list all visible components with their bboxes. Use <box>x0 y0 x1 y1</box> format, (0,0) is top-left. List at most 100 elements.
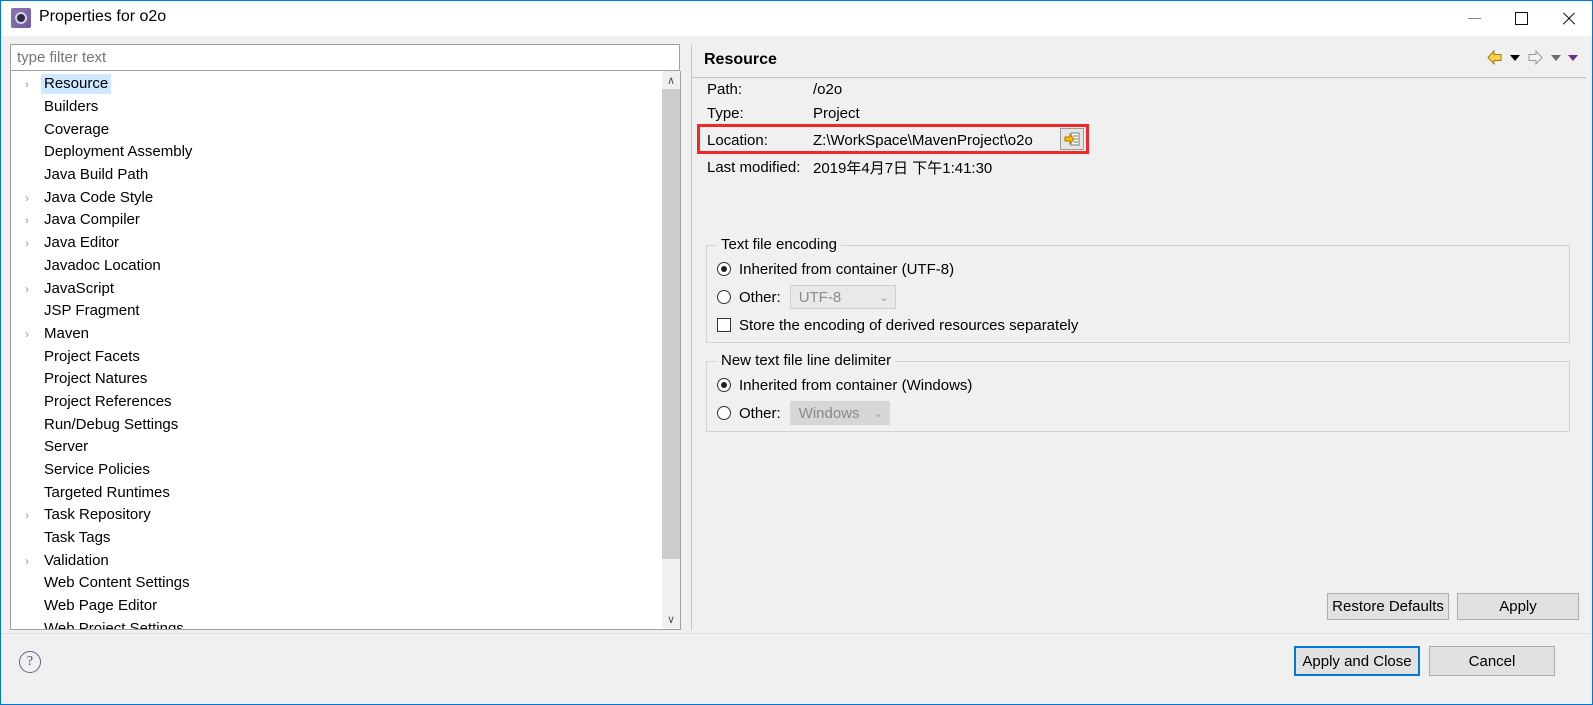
property-value: /o2o <box>813 80 843 98</box>
delimiter-inherited-label: Inherited from container (Windows) <box>739 376 973 394</box>
encoding-inherited-radio[interactable] <box>717 262 731 276</box>
encoding-inherited-row[interactable]: Inherited from container (UTF-8) <box>707 255 1569 283</box>
page-title: Resource <box>704 51 777 68</box>
apply-button[interactable]: Apply <box>1457 593 1579 620</box>
chevron-right-icon[interactable]: › <box>25 214 41 226</box>
resource-page: Resource Path: /o2o Type: Project Location: Z… <box>691 44 1586 630</box>
maximize-button[interactable] <box>1498 1 1545 36</box>
tree-item-label: Run/Debug Settings <box>44 415 179 433</box>
store-derived-row[interactable]: Store the encoding of derived resources … <box>707 311 1569 339</box>
delimiter-other-radio[interactable] <box>717 406 731 420</box>
chevron-right-icon[interactable]: › <box>25 509 41 521</box>
encoding-combo-value: UTF-8 <box>798 288 842 306</box>
store-derived-checkbox[interactable] <box>717 318 731 332</box>
chevron-right-icon[interactable]: › <box>25 283 41 295</box>
window-title: Properties for o2o <box>39 8 167 25</box>
forward-history-dropdown-icon[interactable] <box>1551 54 1561 61</box>
tree-item-service-policies[interactable]: ›Service Policies <box>11 459 661 482</box>
scroll-up-button[interactable]: ∧ <box>662 71 680 89</box>
property-key: Path: <box>707 80 743 98</box>
help-icon[interactable]: ? <box>19 651 41 673</box>
tree-item-label: Project Facets <box>44 347 140 365</box>
tree-item-maven[interactable]: › Maven <box>11 323 661 346</box>
close-icon <box>1561 11 1576 26</box>
encoding-other-radio[interactable] <box>717 290 731 304</box>
close-button[interactable] <box>1545 1 1592 36</box>
tree-item-javadoc-location[interactable]: ›Javadoc Location <box>11 255 661 278</box>
tree-item-label: Builders <box>44 98 99 116</box>
cancel-button[interactable]: Cancel <box>1429 646 1555 676</box>
tree-item-java-code-style[interactable]: › Java Code Style <box>11 186 661 209</box>
restore-defaults-button[interactable]: Restore Defaults <box>1327 593 1449 620</box>
property-row-path: Path: /o2o <box>692 77 1586 101</box>
tree-item-web-content-settings[interactable]: ›Web Content Settings <box>11 572 661 595</box>
tree-item-jsp-fragment[interactable]: ›JSP Fragment <box>11 300 661 323</box>
tree-item-label: Task Tags <box>44 529 111 547</box>
chevron-right-icon[interactable]: › <box>25 192 41 204</box>
tree-item-label: Javadoc Location <box>44 256 161 274</box>
apply-and-close-button[interactable]: Apply and Close <box>1294 646 1420 676</box>
encoding-combo[interactable]: UTF-8 ⌄ <box>789 285 896 309</box>
minimize-button[interactable] <box>1451 1 1498 36</box>
view-menu-dropdown-icon[interactable] <box>1568 54 1578 61</box>
tree-item-label: Web Page Editor <box>44 597 158 615</box>
chevron-right-icon[interactable]: › <box>25 237 41 249</box>
scroll-down-button[interactable]: ∨ <box>662 610 680 628</box>
encoding-other-label: Other: <box>739 288 781 306</box>
tree-item-project-references[interactable]: ›Project References <box>11 391 661 414</box>
minimize-icon <box>1468 18 1481 19</box>
property-key: Location: <box>707 131 768 149</box>
tree-item-server[interactable]: ›Server <box>11 436 661 459</box>
tree-item-web-project-settings[interactable]: ›Web Project Settings <box>11 618 661 629</box>
chevron-down-icon: ⌄ <box>879 291 889 304</box>
tree-item-task-repository[interactable]: › Task Repository <box>11 504 661 527</box>
tree-item-list: ›Resource›Builders›Coverage›Deployment A… <box>11 73 661 629</box>
tree-item-java-editor[interactable]: › Java Editor <box>11 232 661 255</box>
chevron-right-icon[interactable]: › <box>25 78 41 90</box>
window-controls <box>1451 1 1592 36</box>
tree-item-label: Server <box>44 438 89 456</box>
tree-item-deployment-assembly[interactable]: ›Deployment Assembly <box>11 141 661 164</box>
store-derived-label: Store the encoding of derived resources … <box>739 316 1079 334</box>
browse-location-button[interactable] <box>1060 128 1084 150</box>
tree-item-java-compiler[interactable]: › Java Compiler <box>11 209 661 232</box>
tree-item-run-debug-settings[interactable]: ›Run/Debug Settings <box>11 413 661 436</box>
tree-item-label: Maven <box>44 324 90 342</box>
tree-item-targeted-runtimes[interactable]: ›Targeted Runtimes <box>11 481 661 504</box>
delimiter-inherited-radio[interactable] <box>717 378 731 392</box>
tree-item-coverage[interactable]: ›Coverage <box>11 118 661 141</box>
tree-item-resource[interactable]: › Resource <box>11 73 661 96</box>
back-history-dropdown-icon[interactable] <box>1510 54 1520 61</box>
tree-item-project-facets[interactable]: ›Project Facets <box>11 345 661 368</box>
line-delimiter-group: New text file line delimiter Inherited f… <box>706 352 1570 432</box>
tree-item-task-tags[interactable]: ›Task Tags <box>11 527 661 550</box>
scrollbar-thumb[interactable] <box>662 89 680 559</box>
back-arrow-icon[interactable] <box>1486 50 1503 65</box>
tree-item-java-build-path[interactable]: ›Java Build Path <box>11 164 661 187</box>
tree-item-project-natures[interactable]: ›Project Natures <box>11 368 661 391</box>
tree-item-builders[interactable]: ›Builders <box>11 96 661 119</box>
forward-arrow-icon[interactable] <box>1527 50 1544 65</box>
tree-item-label: Resource <box>41 74 112 95</box>
chevron-right-icon[interactable]: › <box>25 555 41 567</box>
chevron-right-icon[interactable]: › <box>25 328 41 340</box>
delimiter-combo[interactable]: Windows ⌄ <box>789 401 890 425</box>
text-file-encoding-group: Text file encoding Inherited from contai… <box>706 236 1570 343</box>
tree-item-label: Web Content Settings <box>44 574 190 592</box>
encoding-other-row[interactable]: Other: UTF-8 ⌄ <box>707 283 1569 311</box>
delimiter-other-row[interactable]: Other: Windows ⌄ <box>707 399 1569 427</box>
text-file-encoding-legend: Text file encoding <box>717 236 841 253</box>
filter-input[interactable] <box>10 44 680 71</box>
page-nav-toolbar <box>1486 50 1578 65</box>
tree-scrollbar[interactable]: ∧ ∨ <box>661 71 680 628</box>
chevron-down-icon: ⌄ <box>873 407 883 420</box>
property-value: Project <box>813 104 860 122</box>
property-key: Last modified: <box>707 158 801 176</box>
delimiter-inherited-row[interactable]: Inherited from container (Windows) <box>707 371 1569 399</box>
tree-item-label: Project References <box>44 392 172 410</box>
tree-item-label: Service Policies <box>44 461 150 479</box>
tree-item-javascript[interactable]: › JavaScript <box>11 277 661 300</box>
tree-item-web-page-editor[interactable]: ›Web Page Editor <box>11 595 661 618</box>
property-value: Z:\WorkSpace\MavenProject\o2o <box>813 131 1033 149</box>
tree-item-validation[interactable]: › Validation <box>11 549 661 572</box>
